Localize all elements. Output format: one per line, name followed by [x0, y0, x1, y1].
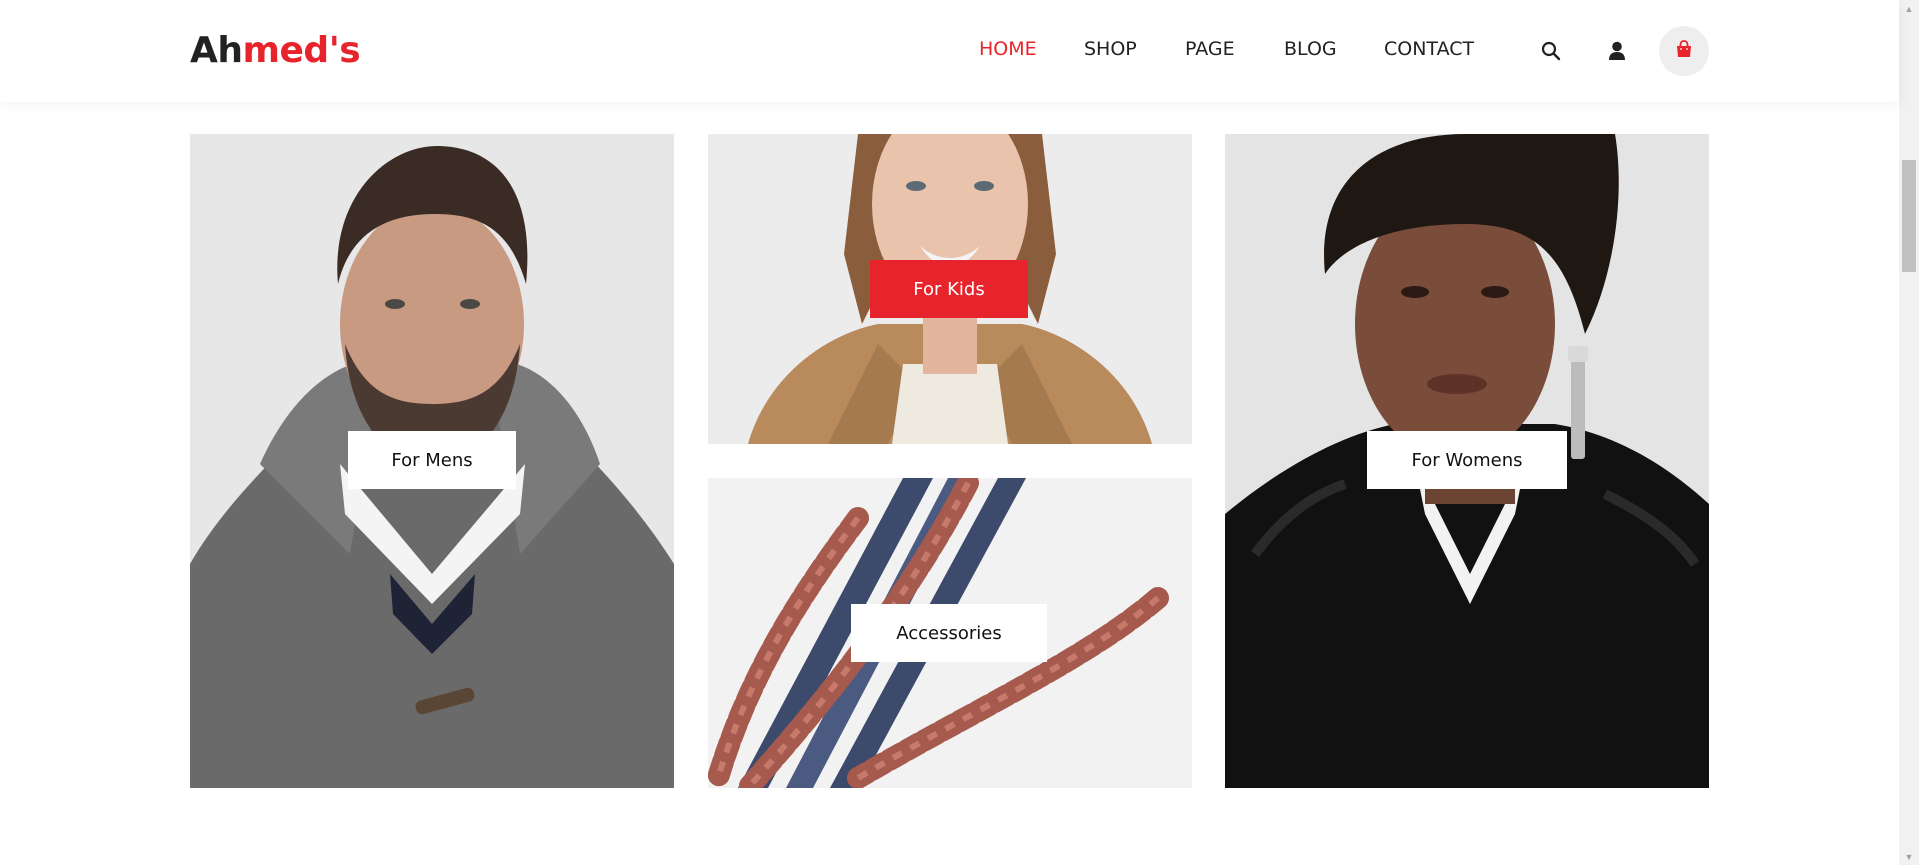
- logo-text-dark: Ah: [190, 30, 243, 71]
- site-header: Ahmed's HOME SHOP PAGE BLOG CONTACT: [0, 0, 1899, 102]
- mens-category-label[interactable]: For Mens: [348, 431, 516, 489]
- kids-category-label[interactable]: For Kids: [870, 260, 1028, 318]
- nav-blog[interactable]: BLOG: [1284, 38, 1337, 60]
- category-kids-banner[interactable]: For Kids: [708, 134, 1192, 444]
- nav-contact[interactable]: CONTACT: [1384, 38, 1474, 60]
- nav-shop[interactable]: SHOP: [1084, 38, 1137, 60]
- accessories-category-label[interactable]: Accessories: [851, 604, 1047, 662]
- nav-home[interactable]: HOME: [979, 38, 1037, 60]
- user-icon[interactable]: [1607, 40, 1627, 62]
- category-accessories-banner[interactable]: Accessories: [708, 478, 1192, 788]
- scrollbar-thumb[interactable]: [1902, 160, 1916, 272]
- site-logo[interactable]: Ahmed's: [190, 28, 361, 74]
- cart-button[interactable]: [1659, 26, 1709, 76]
- scroll-up-arrow-icon[interactable]: ▲: [1899, 0, 1919, 17]
- womens-category-label[interactable]: For Womens: [1367, 431, 1567, 489]
- category-mens-banner[interactable]: For Mens: [190, 134, 674, 788]
- category-womens-banner[interactable]: For Womens: [1225, 134, 1709, 788]
- search-icon[interactable]: [1540, 40, 1562, 62]
- shopping-bag-icon: [1675, 39, 1693, 63]
- scroll-down-arrow-icon[interactable]: ▼: [1899, 848, 1919, 865]
- nav-page[interactable]: PAGE: [1185, 38, 1235, 60]
- logo-text-accent: med's: [242, 30, 361, 71]
- page-scrollbar[interactable]: ▲ ▼: [1899, 0, 1919, 865]
